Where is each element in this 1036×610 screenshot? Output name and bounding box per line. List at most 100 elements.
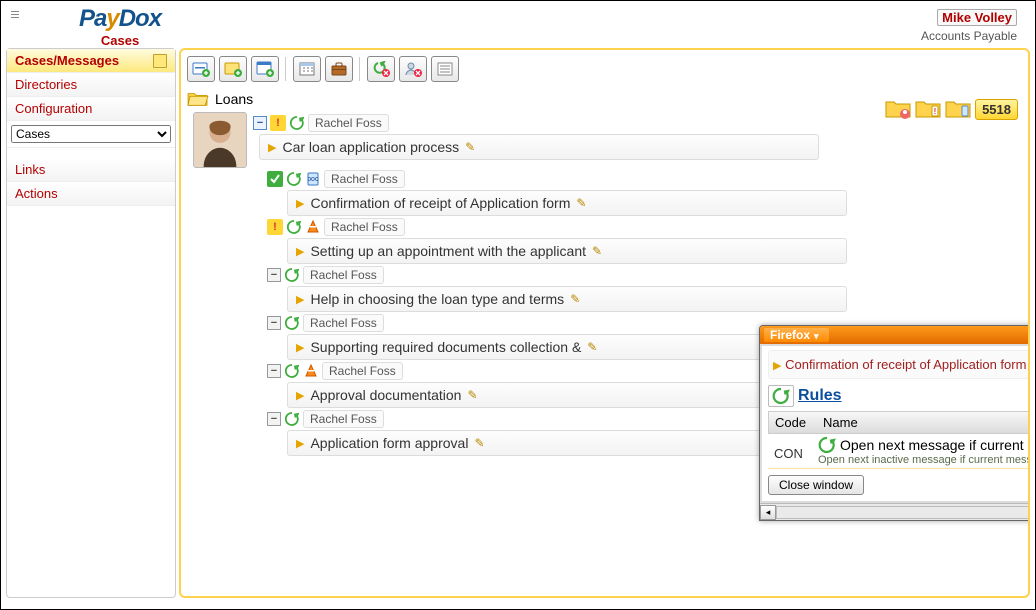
popup-context-link-row: ▶ Confirmation of receipt of Application… bbox=[768, 350, 1030, 379]
cone-icon bbox=[303, 363, 319, 379]
author-tag[interactable]: Rachel Foss bbox=[303, 266, 384, 284]
sidebar-item-cases-messages[interactable]: Cases/Messages bbox=[7, 49, 175, 73]
sidebar-item-label: Actions bbox=[15, 186, 58, 201]
sidebar: Cases/Messages Directories Configuration… bbox=[6, 48, 176, 598]
sidebar-item-links[interactable]: Links bbox=[7, 158, 175, 182]
document-icon[interactable]: DOC bbox=[305, 171, 321, 187]
sidebar-scope-select[interactable]: Cases bbox=[11, 125, 171, 143]
scroll-left-arrow-icon[interactable]: ◂ bbox=[760, 505, 776, 520]
menu-handle-icon[interactable] bbox=[11, 11, 19, 27]
edit-pencil-icon[interactable]: ✎ bbox=[465, 140, 475, 154]
case-title: Help in choosing the loan type and terms bbox=[310, 291, 564, 307]
sub-case-row: !Rachel Foss▶Setting up an appointment w… bbox=[193, 216, 1022, 264]
case-subject-bar[interactable]: ▶ Car loan application process ✎ bbox=[259, 134, 819, 160]
sidebar-item-actions[interactable]: Actions bbox=[7, 182, 175, 206]
expand-arrow-icon: ▶ bbox=[296, 293, 304, 306]
edit-pencil-icon[interactable]: ✎ bbox=[592, 244, 602, 258]
rules-table-row[interactable]: CON Open next message if current message… bbox=[768, 434, 1030, 469]
col-name: Name bbox=[823, 415, 858, 430]
sidebar-item-configuration[interactable]: Configuration bbox=[7, 97, 175, 121]
author-avatar[interactable] bbox=[193, 112, 247, 168]
popup-rules-header: Rules bbox=[768, 383, 1030, 409]
expand-arrow-icon: ▶ bbox=[773, 360, 781, 372]
recycle-icon[interactable] bbox=[286, 219, 302, 235]
toolbar-new-message-button[interactable] bbox=[219, 56, 247, 82]
check-icon bbox=[267, 171, 283, 187]
collapse-icon[interactable]: − bbox=[267, 364, 281, 378]
header-bar: PayDox Cases Mike Volley Accounts Payabl… bbox=[1, 1, 1035, 48]
recycle-icon[interactable] bbox=[284, 315, 300, 331]
popup-close-button[interactable]: Close window bbox=[768, 475, 864, 495]
case-subject-bar[interactable]: ▶Confirmation of receipt of Application … bbox=[287, 190, 847, 216]
folder-alert-icon[interactable]: ! bbox=[915, 98, 941, 120]
case-subject-bar[interactable]: ▶Setting up an appointment with the appl… bbox=[287, 238, 847, 264]
case-title: Application form approval bbox=[310, 435, 468, 451]
popup-context-link[interactable]: Confirmation of receipt of Application f… bbox=[785, 357, 1026, 372]
case-title: Approval documentation bbox=[310, 387, 461, 403]
toolbar-new-case-button[interactable] bbox=[187, 56, 215, 82]
collapse-icon[interactable]: − bbox=[267, 268, 281, 282]
recycle-icon[interactable] bbox=[284, 363, 300, 379]
collapse-icon[interactable]: − bbox=[253, 116, 267, 130]
expand-arrow-icon: ▶ bbox=[296, 341, 304, 354]
case-root: − ! Rachel Foss ▶ Car loan application p… bbox=[193, 112, 1022, 168]
rules-heading-link[interactable]: Rules bbox=[798, 387, 842, 405]
breadcrumb-folder[interactable]: Loans bbox=[215, 91, 253, 107]
sticky-note-icon bbox=[153, 54, 167, 68]
toolbar-new-window-button[interactable] bbox=[251, 56, 279, 82]
toolbar-calendar-button[interactable] bbox=[293, 56, 321, 82]
svg-text:DOC: DOC bbox=[307, 177, 319, 183]
recycle-icon bbox=[818, 436, 836, 454]
current-user-role: Accounts Payable bbox=[921, 29, 1017, 43]
case-title: Car loan application process bbox=[282, 139, 459, 155]
edit-pencil-icon[interactable]: ✎ bbox=[570, 292, 580, 306]
sidebar-item-label: Configuration bbox=[15, 101, 92, 116]
edit-pencil-icon[interactable]: ✎ bbox=[576, 196, 586, 210]
popup-titlebar[interactable]: Firefox _ □ × bbox=[760, 326, 1030, 344]
recycle-icon[interactable] bbox=[284, 411, 300, 427]
recycle-icon[interactable] bbox=[284, 267, 300, 283]
current-user-link[interactable]: Mike Volley bbox=[937, 9, 1017, 26]
author-tag[interactable]: Rachel Foss bbox=[303, 410, 384, 428]
toolbar-user-delete-button[interactable] bbox=[399, 56, 427, 82]
toolbar-process-delete-button[interactable] bbox=[367, 56, 395, 82]
case-subject-bar[interactable]: ▶ Help in choosing the loan type and term… bbox=[287, 286, 847, 312]
content-panel: Loans ! 5518 − ! bbox=[179, 48, 1030, 598]
popup-window-title[interactable]: Firefox bbox=[764, 328, 829, 342]
toolbar bbox=[187, 56, 1022, 82]
folder-copy-icon[interactable] bbox=[945, 98, 971, 120]
rule-name: Open next message if current message clo… bbox=[840, 437, 1030, 453]
recycle-icon[interactable] bbox=[289, 115, 305, 131]
rule-code: CON bbox=[774, 436, 812, 461]
author-tag[interactable]: Rachel Foss bbox=[324, 218, 405, 236]
svg-text:!: ! bbox=[934, 107, 937, 116]
edit-pencil-icon[interactable]: ✎ bbox=[467, 388, 477, 402]
popup-hscrollbar[interactable]: ◂ ▸ bbox=[760, 503, 1030, 520]
assign-users-icon[interactable] bbox=[885, 98, 911, 120]
expand-arrow-icon: ▶ bbox=[296, 437, 304, 450]
sidebar-item-directories[interactable]: Directories bbox=[7, 73, 175, 97]
author-tag[interactable]: Rachel Foss bbox=[324, 170, 405, 188]
priority-icon: ! bbox=[270, 115, 286, 131]
sidebar-item-label: Directories bbox=[15, 77, 77, 92]
collapse-icon[interactable]: − bbox=[267, 316, 281, 330]
recycle-icon[interactable] bbox=[286, 171, 302, 187]
sidebar-item-label: Cases/Messages bbox=[15, 53, 119, 68]
expand-arrow-icon: ▶ bbox=[296, 197, 304, 210]
expand-arrow-icon: ▶ bbox=[268, 141, 276, 154]
sidebar-item-label: Links bbox=[15, 162, 45, 177]
rules-table-header: Code Name bbox=[768, 411, 1030, 434]
toolbar-list-button[interactable] bbox=[431, 56, 459, 82]
author-tag[interactable]: Rachel Foss bbox=[303, 314, 384, 332]
toolbar-briefcase-button[interactable] bbox=[325, 56, 353, 82]
edit-pencil-icon[interactable]: ✎ bbox=[474, 436, 484, 450]
author-tag[interactable]: Rachel Foss bbox=[322, 362, 403, 380]
sidebar-select-row: Cases bbox=[7, 121, 175, 148]
author-tag[interactable]: Rachel Foss bbox=[308, 114, 389, 132]
edit-pencil-icon[interactable]: ✎ bbox=[587, 340, 597, 354]
collapse-icon[interactable]: − bbox=[267, 412, 281, 426]
cone-icon bbox=[305, 219, 321, 235]
rule-description: Open next inactive message if current me… bbox=[818, 454, 1030, 466]
scroll-track[interactable] bbox=[776, 506, 1030, 519]
expand-arrow-icon: ▶ bbox=[296, 245, 304, 258]
